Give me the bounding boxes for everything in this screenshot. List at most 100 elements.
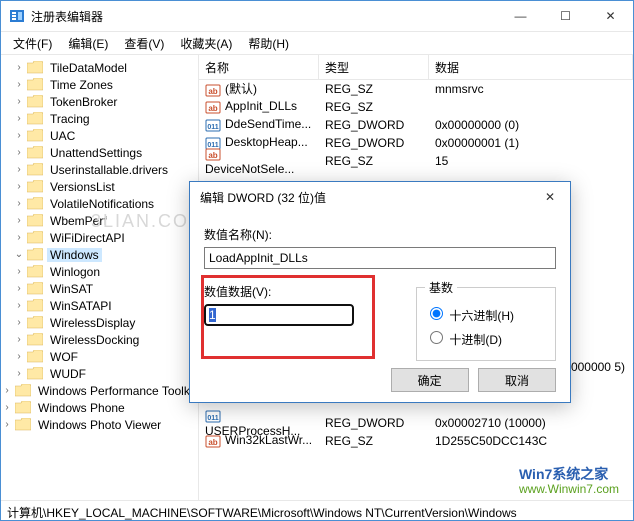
expand-icon[interactable]: › [13, 266, 25, 277]
titlebar[interactable]: 注册表编辑器 — ☐ ✕ [1, 1, 633, 32]
tree-label: Userinstallable.drivers [47, 163, 171, 177]
dialog-titlebar[interactable]: 编辑 DWORD (32 位)值 ✕ [190, 182, 570, 212]
expand-icon[interactable]: › [13, 283, 25, 294]
tree-item-wifidirectapi[interactable]: ›WiFiDirectAPI [1, 229, 198, 246]
tree-item-windows[interactable]: ⌄Windows [1, 246, 198, 263]
tree-item-tiledatamodel[interactable]: ›TileDataModel [1, 59, 198, 76]
folder-icon [27, 231, 43, 244]
expand-icon[interactable]: › [13, 130, 25, 141]
svg-text:011: 011 [207, 415, 218, 422]
tree-item-wof[interactable]: ›WOF [1, 348, 198, 365]
col-data[interactable]: 数据 [429, 55, 633, 79]
value-name: DdeSendTime... [225, 117, 311, 131]
value-data: 0x00000001 (1) [429, 136, 633, 150]
expand-icon[interactable]: › [13, 96, 25, 107]
expand-icon[interactable]: › [1, 419, 13, 430]
tree-label: TokenBroker [47, 95, 120, 109]
expand-icon[interactable]: › [13, 147, 25, 158]
list-row[interactable]: abAppInit_DLLsREG_SZ [199, 98, 633, 116]
expand-icon[interactable]: › [13, 62, 25, 73]
folder-icon [27, 129, 43, 142]
tree-item[interactable]: ›Windows Phone [1, 399, 198, 416]
radio-hex[interactable]: 十六进制(H) [425, 304, 547, 324]
svg-text:ab: ab [208, 87, 217, 96]
list-row[interactable]: abWin32kLastWr...REG_SZ1D255C50DCC143C [199, 432, 633, 450]
expand-icon[interactable]: › [13, 181, 25, 192]
list-row[interactable]: ab(默认)REG_SZmnmsrvc [199, 80, 633, 98]
col-type[interactable]: 类型 [319, 55, 429, 79]
expand-icon[interactable]: › [13, 351, 25, 362]
close-button[interactable]: ✕ [588, 1, 633, 31]
folder-icon [27, 299, 43, 312]
expand-icon[interactable]: › [13, 198, 25, 209]
tree-pane[interactable]: ›TileDataModel›Time Zones›TokenBroker›Tr… [1, 55, 199, 500]
expand-icon[interactable]: › [13, 113, 25, 124]
tree-item-winsat[interactable]: ›WinSAT [1, 280, 198, 297]
value-data: mnmsrvc [429, 82, 633, 96]
folder-icon [27, 112, 43, 125]
tree-item-wirelessdisplay[interactable]: ›WirelessDisplay [1, 314, 198, 331]
tree-item-wirelessdocking[interactable]: ›WirelessDocking [1, 331, 198, 348]
value-name-input[interactable] [204, 247, 556, 269]
tree-item-tokenbroker[interactable]: › TokenBroker [1, 93, 198, 110]
folder-icon [27, 248, 43, 261]
col-name[interactable]: 名称 [199, 55, 319, 79]
window-title: 注册表编辑器 [31, 8, 498, 25]
list-row[interactable]: abDeviceNotSele...REG_SZ15 [199, 152, 633, 170]
ok-button[interactable]: 确定 [391, 368, 469, 392]
expand-icon[interactable]: › [13, 79, 25, 90]
menu-favorites[interactable]: 收藏夹(A) [172, 33, 240, 54]
menu-file[interactable]: 文件(F) [5, 33, 60, 54]
folder-icon [27, 180, 43, 193]
value-name: Win32kLastWr... [225, 433, 312, 447]
minimize-button[interactable]: — [498, 1, 543, 31]
expand-icon[interactable]: › [13, 317, 25, 328]
tree-item-wudf[interactable]: ›WUDF [1, 365, 198, 382]
list-row[interactable]: 011DdeSendTime...REG_DWORD0x00000000 (0) [199, 116, 633, 134]
tree-item-uac[interactable]: ›UAC [1, 127, 198, 144]
tree-item-winsatapi[interactable]: ›WinSATAPI [1, 297, 198, 314]
dialog-close-button[interactable]: ✕ [530, 182, 570, 212]
expand-icon[interactable]: › [13, 300, 25, 311]
tree-item-time-zones[interactable]: ›Time Zones [1, 76, 198, 93]
maximize-button[interactable]: ☐ [543, 1, 588, 31]
expand-icon[interactable]: › [13, 334, 25, 345]
edit-dword-dialog[interactable]: 编辑 DWORD (32 位)值 ✕ 数值名称(N): 数值数据(V): 基数 … [189, 181, 571, 403]
folder-icon [15, 384, 31, 397]
tree-item-volatilenotifications[interactable]: ›VolatileNotifications [1, 195, 198, 212]
menu-help[interactable]: 帮助(H) [240, 33, 297, 54]
menu-edit[interactable]: 编辑(E) [60, 33, 116, 54]
list-row[interactable]: 011USERProcessH...REG_DWORD0x00002710 (1… [199, 414, 633, 432]
tree-item-tracing[interactable]: ›Tracing [1, 110, 198, 127]
expand-icon[interactable]: › [13, 232, 25, 243]
cancel-button[interactable]: 取消 [478, 368, 556, 392]
value-data-label: 数值数据(V): [204, 283, 416, 300]
value-type: REG_DWORD [319, 136, 429, 150]
svg-text:ab: ab [208, 151, 217, 160]
expand-icon[interactable]: › [1, 385, 13, 396]
tree-item-winlogon[interactable]: ›Winlogon [1, 263, 198, 280]
tree-item-versionslist[interactable]: ›VersionsList [1, 178, 198, 195]
value-data-input[interactable] [204, 304, 354, 326]
radio-dec[interactable]: 十进制(D) [425, 328, 547, 348]
menu-view[interactable]: 查看(V) [116, 33, 172, 54]
tree-item[interactable]: ›Windows Performance Toolk [1, 382, 198, 399]
value-type: REG_SZ [319, 434, 429, 448]
tree-item-userinstallable-drivers[interactable]: › Userinstallable.drivers [1, 161, 198, 178]
expand-icon[interactable]: › [13, 368, 25, 379]
value-type: REG_DWORD [319, 118, 429, 132]
radio-hex-input[interactable] [430, 307, 443, 320]
expand-icon[interactable]: › [1, 402, 13, 413]
value-name: (默认) [225, 82, 257, 96]
tree-item-unattendsettings[interactable]: ›UnattendSettings [1, 144, 198, 161]
folder-icon [27, 367, 43, 380]
base-fieldset: 基数 十六进制(H) 十进制(D) [416, 279, 556, 361]
expand-icon[interactable]: ⌄ [13, 249, 25, 260]
value-data: 0x00002710 (10000) [429, 416, 633, 430]
radio-dec-input[interactable] [430, 331, 443, 344]
tree-item-wbemperf[interactable]: ›WbemPerf [1, 212, 198, 229]
expand-icon[interactable]: › [13, 215, 25, 226]
expand-icon[interactable]: › [13, 164, 25, 175]
menubar: 文件(F) 编辑(E) 查看(V) 收藏夹(A) 帮助(H) [1, 32, 633, 55]
tree-item[interactable]: ›Windows Photo Viewer [1, 416, 198, 433]
